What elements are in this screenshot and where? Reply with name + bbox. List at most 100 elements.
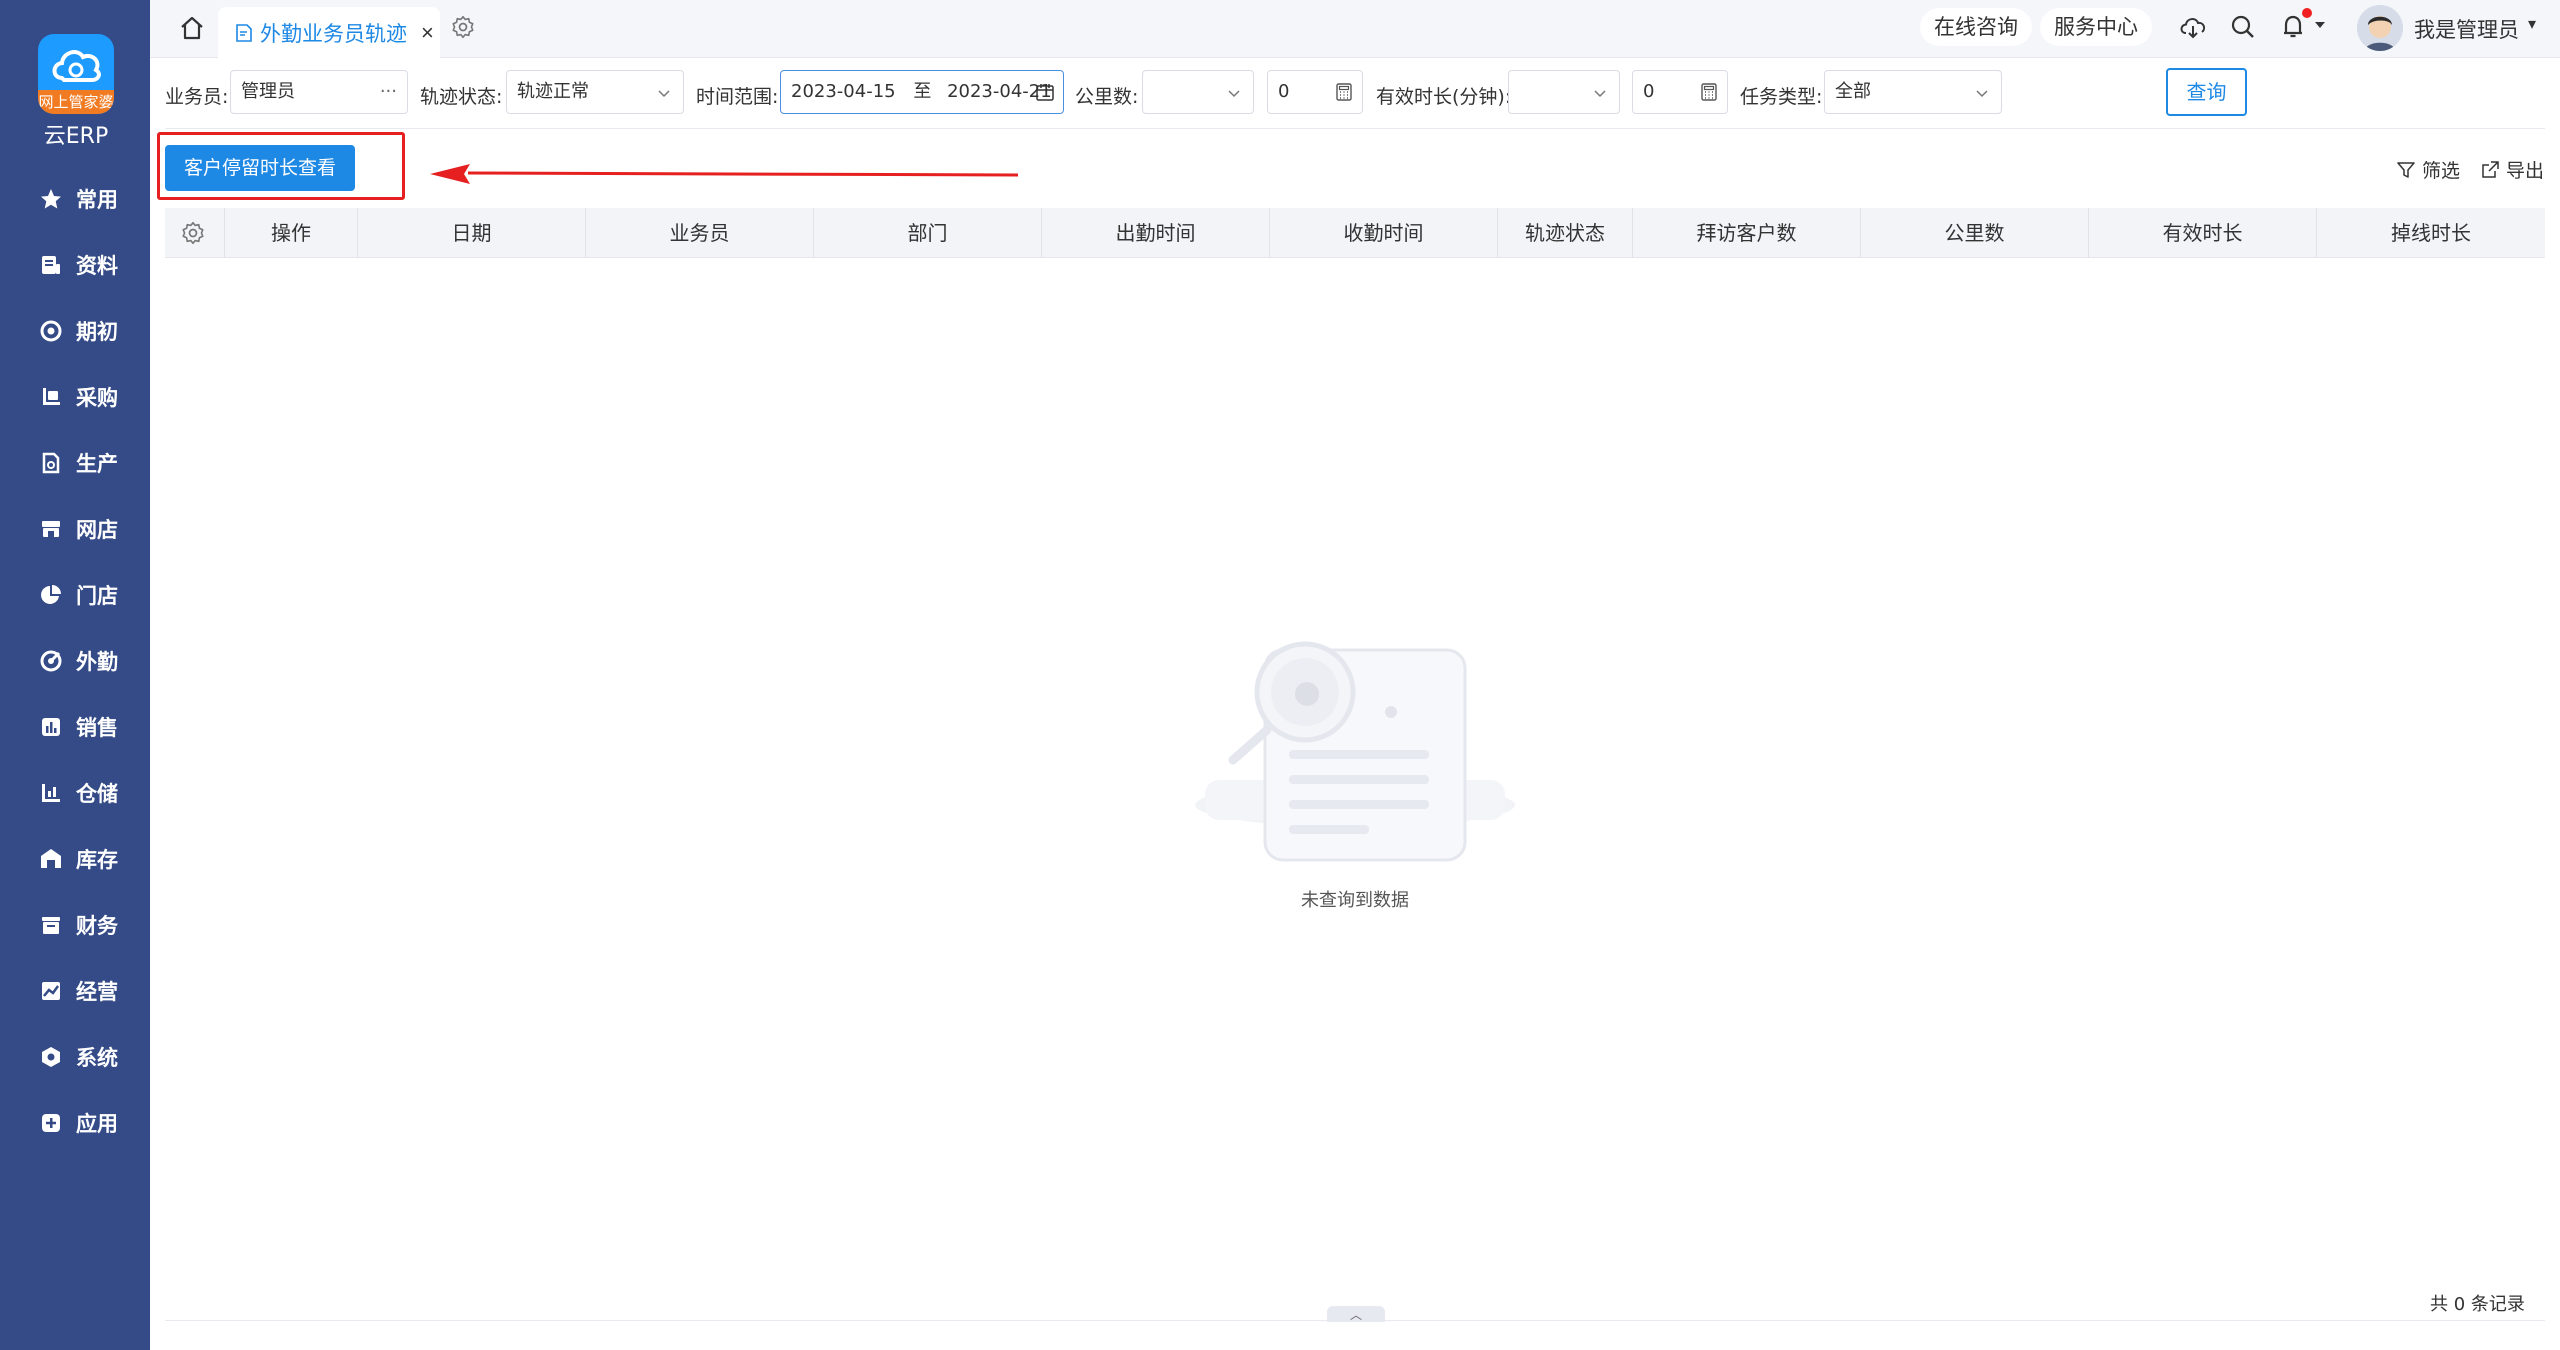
user-name[interactable]: 我是管理员 [2414, 14, 2519, 44]
column-header-visited-customers[interactable]: 拜访客户数 [1633, 208, 1861, 258]
date-range-picker[interactable]: 2023-04-15 至 2023-04-21 [780, 70, 1064, 114]
sidebar-item-label: 应用 [76, 1112, 118, 1136]
track-status-label: 轨迹状态: [420, 86, 503, 108]
production-icon [38, 450, 64, 476]
avatar[interactable] [2357, 5, 2403, 51]
record-count: 共 0 条记录 [2430, 1294, 2525, 1315]
calendar-icon[interactable] [1035, 82, 1055, 102]
sidebar-item-field[interactable]: 外勤 [0, 628, 150, 694]
sidebar-item-finance[interactable]: 财务 [0, 892, 150, 958]
sidebar-item-label: 生产 [76, 452, 118, 476]
chevron-down-icon [1228, 90, 1240, 98]
sidebar-item-production[interactable]: 生产 [0, 430, 150, 496]
salesman-label: 业务员: [165, 86, 229, 108]
sidebar-item-label: 资料 [76, 254, 118, 278]
sidebar-item-inventory[interactable]: 库存 [0, 826, 150, 892]
column-header-clock-in[interactable]: 出勤时间 [1042, 208, 1270, 258]
km-operator-select[interactable] [1142, 70, 1254, 114]
chevron-down-icon [658, 90, 670, 98]
finance-icon [38, 912, 64, 938]
gear-icon[interactable] [450, 14, 476, 40]
sidebar-item-operation[interactable]: 经营 [0, 958, 150, 1024]
user-menu-caret-icon[interactable]: ▾ [2528, 14, 2536, 34]
sidebar-item-label: 仓储 [76, 782, 118, 806]
sidebar-item-sales[interactable]: 销售 [0, 694, 150, 760]
export-link-label: 导出 [2506, 160, 2545, 182]
more-options-icon[interactable]: ··· [380, 71, 397, 113]
track-status-value: 轨迹正常 [517, 81, 589, 102]
filter-link[interactable]: 筛选 [2396, 156, 2460, 183]
sidebar-item-label: 销售 [76, 716, 118, 740]
sidebar-item-system[interactable]: 系统 [0, 1024, 150, 1090]
filter-icon [2397, 161, 2415, 178]
duration-operator-select[interactable] [1508, 70, 1620, 114]
filter-bar: 业务员: 管理员 ··· 轨迹状态: 轨迹正常 时间范围: 2023-04-15… [150, 58, 2560, 128]
date-from-value[interactable]: 2023-04-15 [791, 81, 896, 102]
column-header-salesman[interactable]: 业务员 [586, 208, 814, 258]
duration-value-input[interactable]: 0 [1632, 70, 1728, 114]
empty-state-text: 未查询到数据 [1301, 890, 1409, 911]
track-status-select[interactable]: 轨迹正常 [506, 70, 684, 114]
star-icon [38, 186, 64, 212]
salesman-field[interactable]: 管理员 ··· [230, 70, 408, 114]
annotation-arrow [430, 164, 1019, 184]
table-header: 操作 日期 业务员 部门 出勤时间 收勤时间 轨迹状态 拜访客户数 公里数 有效… [165, 208, 2545, 258]
tab-label: 外勤业务员轨迹 [260, 21, 407, 46]
field-icon [38, 648, 64, 674]
chevron-down-icon [1594, 90, 1606, 98]
search-icon[interactable] [2228, 12, 2258, 42]
brand-logo[interactable]: 网上管家婆 云ERP [38, 34, 114, 149]
column-header-effective-duration[interactable]: 有效时长 [2089, 208, 2317, 258]
cloud-logo-icon [52, 50, 101, 82]
sidebar-item-label: 门店 [76, 584, 118, 608]
column-header-date[interactable]: 日期 [358, 208, 586, 258]
column-header-offline-duration[interactable]: 掉线时长 [2317, 208, 2545, 258]
target-icon [38, 318, 64, 344]
gear-icon[interactable] [180, 220, 206, 246]
km-value-input[interactable]: 0 [1267, 70, 1363, 114]
calculator-icon[interactable] [1334, 82, 1354, 102]
sidebar-item-online-shop[interactable]: 网店 [0, 496, 150, 562]
calculator-icon[interactable] [1699, 82, 1719, 102]
chevron-down-icon[interactable] [2314, 20, 2326, 30]
column-header-track-status[interactable]: 轨迹状态 [1498, 208, 1633, 258]
duration-label: 有效时长(分钟): [1376, 86, 1512, 108]
collapse-toggle-icon[interactable]: ︿ [1327, 1306, 1385, 1322]
column-header-kilometers[interactable]: 公里数 [1861, 208, 2089, 258]
sidebar-item-warehouse[interactable]: 仓储 [0, 760, 150, 826]
task-type-select[interactable]: 全部 [1824, 70, 2002, 114]
column-header-department[interactable]: 部门 [814, 208, 1042, 258]
close-icon[interactable]: × [421, 20, 434, 46]
sidebar-item-data[interactable]: 资料 [0, 232, 150, 298]
chevron-down-icon [1976, 90, 1988, 98]
export-link[interactable]: 导出 [2480, 156, 2544, 183]
sidebar-item-label: 常用 [76, 188, 118, 212]
document-icon [38, 252, 64, 278]
sidebar-item-label: 财务 [76, 914, 118, 938]
sidebar-item-apps[interactable]: 应用 [0, 1090, 150, 1156]
purchase-icon [38, 384, 64, 410]
sidebar-item-store[interactable]: 门店 [0, 562, 150, 628]
edit-document-icon [236, 23, 252, 42]
logo-badge: 网上管家婆 [38, 34, 114, 114]
column-header-clock-out[interactable]: 收勤时间 [1270, 208, 1498, 258]
service-center-button[interactable]: 服务中心 [2040, 8, 2152, 46]
cloud-download-icon[interactable] [2178, 12, 2208, 42]
tab-field-salesman-track[interactable]: 外勤业务员轨迹 × [218, 7, 440, 58]
sidebar-item-label: 经营 [76, 980, 118, 1004]
time-range-label: 时间范围: [696, 86, 779, 108]
sidebar-item-label: 采购 [76, 386, 118, 410]
home-icon[interactable] [178, 14, 206, 42]
online-consult-button[interactable]: 在线咨询 [1920, 8, 2032, 46]
task-type-label: 任务类型: [1740, 86, 1823, 108]
sidebar-item-label: 库存 [76, 848, 118, 872]
inventory-icon [38, 846, 64, 872]
column-header-action[interactable]: 操作 [225, 208, 358, 258]
logo-text: 云ERP [43, 124, 109, 149]
query-button[interactable]: 查询 [2166, 68, 2247, 116]
sidebar-item-purchase[interactable]: 采购 [0, 364, 150, 430]
salesman-value: 管理员 [241, 81, 295, 102]
sidebar-item-opening[interactable]: 期初 [0, 298, 150, 364]
sidebar-item-common[interactable]: 常用 [0, 166, 150, 232]
task-type-value: 全部 [1835, 81, 1871, 102]
